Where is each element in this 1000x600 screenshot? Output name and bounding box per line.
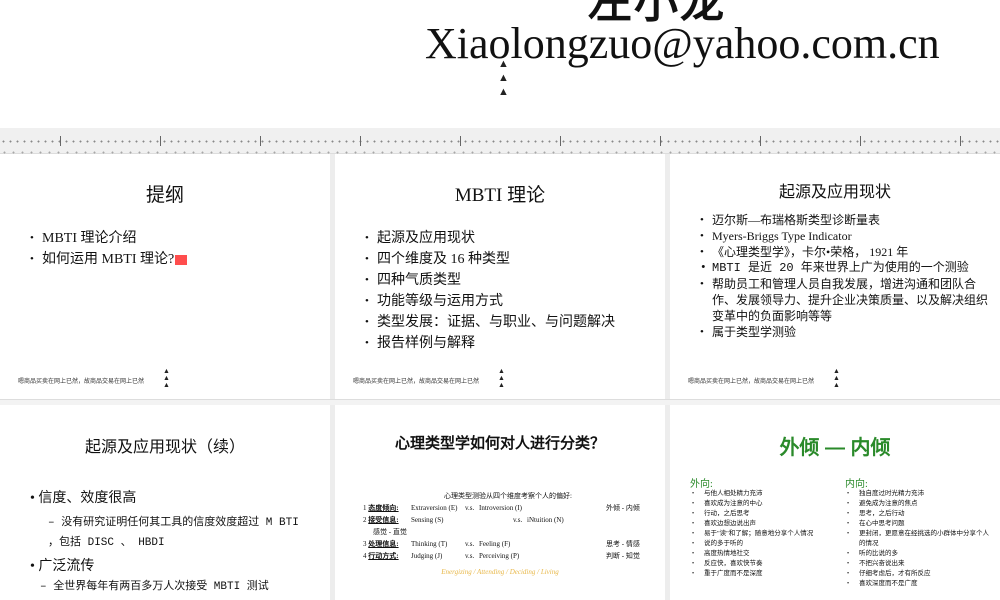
list-item: 听的比说的多	[845, 549, 990, 559]
bullet-item: 起源及应用现状	[365, 228, 615, 249]
ruler-tick	[760, 136, 761, 146]
list-item: 行动，之后思考	[690, 509, 840, 519]
bullet-item: 帮助员工和管理人员自我发展，增进沟通和团队合作、发展领导力、提升企业决策质量、以…	[700, 276, 990, 324]
comment-marker-icon[interactable]	[175, 254, 188, 265]
motto-text: Energizing / Attending / Deciding / Livi…	[441, 568, 559, 576]
ruler-tick	[860, 136, 861, 146]
column-heading-extravert: 外向:	[690, 479, 713, 490]
table-row: 4 行动方式: Judging (J) v.s. Perceiving (P) …	[363, 552, 640, 560]
bullet-item: MBTI 理论介绍	[30, 228, 187, 249]
list-item: 不把兴奋说出来	[845, 559, 990, 569]
bullet-item: 报告样例与解释	[365, 333, 615, 354]
list-item: 在心中思考问题	[845, 519, 990, 529]
list-item: 仔细考虑后，才有所反应	[845, 569, 990, 579]
ruler-tick	[160, 136, 161, 146]
list-item: 高度热情地社交	[690, 549, 840, 559]
introvert-list: 独自度过时光精力充沛 避免成为注意的焦点 思考，之后行动 在心中思考问题 更封闭…	[845, 489, 990, 589]
slide-title: 起源及应用现状（续）	[84, 439, 245, 456]
sub-bullet-item: – 全世界每年有两百多万人次接受 MBTI 测试	[40, 581, 269, 593]
slide-mbti-theory[interactable]: MBTI 理论 起源及应用现状 四个维度及 16 种类型 四种气质类型 功能等级…	[335, 154, 665, 399]
bullet-item: 类型发展：证据、与职业、与问题解决	[365, 312, 615, 333]
bullet-item: 如何运用 MBTI 理论?	[30, 249, 188, 270]
slide-footer: 嗯商品买卖在网上已然，故商品交易在网上已然	[18, 379, 145, 385]
table-row: 3 处理信息: Thinking (T) v.s. Feeling (F) 思考…	[363, 540, 640, 548]
up-arrow-icon[interactable]: ▲	[498, 71, 509, 85]
up-arrow-icon[interactable]: ▲	[498, 85, 509, 99]
ruler-dots	[0, 140, 1000, 143]
bullet-item: 属于类型学测验	[700, 324, 990, 340]
slide-footer: 嗯商品买卖在网上已然，故商品交易在网上已然	[688, 379, 815, 385]
ruler-tick	[260, 136, 261, 146]
bullet-item: 《心理类型学》，卡尔•荣格， 1921 年	[700, 244, 990, 260]
bullet-item: • 信度、效度很高	[30, 491, 137, 506]
list-item: 避免成为注意的焦点	[845, 499, 990, 509]
bullet-list: MBTI 理论介绍 如何运用 MBTI 理论?	[30, 228, 188, 270]
bullet-list: 迈尔斯—布瑞格斯类型诊断量表 Myers-Briggs Type Indicat…	[700, 212, 990, 340]
table-row-sub: 感觉 - 直觉	[373, 528, 407, 536]
list-item: 说的多于听的	[690, 539, 840, 549]
ruler-tick	[960, 136, 961, 146]
up-arrow-icon[interactable]: ▲	[498, 57, 509, 71]
table-row: 2 接受信息: Sensing (S) v.s. iNtuition (N)	[363, 516, 564, 524]
bullet-item: 功能等级与运用方式	[365, 291, 615, 312]
sub-bullet-item: – 没有研究证明任何其工具的信度效度超过 M BTI ，包括 DISC 、 HB…	[48, 517, 299, 549]
ruler-strip	[0, 128, 1000, 154]
list-item: 反应快，喜欢快节奏	[690, 559, 840, 569]
slide-title: MBTI 理论	[454, 185, 546, 206]
slide-origin[interactable]: 起源及应用现状 迈尔斯—布瑞格斯类型诊断量表 Myers-Briggs Type…	[670, 154, 1000, 399]
bullet-list: 起源及应用现状 四个维度及 16 种类型 四种气质类型 功能等级与运用方式 类型…	[365, 228, 615, 354]
table-row: 1 态度倾向: Extraversion (E) v.s. Introversi…	[363, 504, 640, 512]
list-item: 重于广度而不是深度	[690, 569, 840, 579]
slide-title: 心理类型学如何对人进行分类？	[394, 435, 605, 452]
ruler-tick	[560, 136, 561, 146]
list-item: 与他人相处精力充沛	[690, 489, 840, 499]
bullet-item: 迈尔斯—布瑞格斯类型诊断量表	[700, 212, 990, 228]
slide-nav-arrows[interactable]: ▲ ▲ ▲	[498, 368, 505, 389]
list-item: 易于"读"和了解；随意地分享个人情况	[690, 529, 840, 539]
slide-title: 提纲	[145, 185, 184, 206]
table-heading: 心理类型测验从四个维度考察个人的偏好:	[444, 492, 572, 500]
slide-nav-arrows[interactable]: ▲ ▲ ▲	[498, 57, 509, 99]
slide-nav-arrows[interactable]: ▲ ▲ ▲	[833, 368, 840, 389]
top-slide-partial[interactable]: 左小龙 Xiaolongzuo@yahoo.com.cn ▲ ▲ ▲	[0, 0, 1000, 128]
slide-title: 外倾 — 内倾	[779, 437, 891, 459]
slide-title: 起源及应用现状	[778, 184, 891, 201]
slide-footer: 嗯商品买卖在网上已然，故商品交易在网上已然	[353, 379, 480, 385]
ruler-tick	[660, 136, 661, 146]
ruler-tick	[460, 136, 461, 146]
ruler-tick	[60, 136, 61, 146]
list-item: 独自度过时光精力充沛	[845, 489, 990, 499]
list-item: 思考，之后行动	[845, 509, 990, 519]
bullet-item: MBTI 是近 20 年来世界上广为使用的一个测验	[700, 260, 990, 276]
bullet-item: • 广泛流传	[30, 559, 95, 574]
slide-outline[interactable]: 提纲 MBTI 理论介绍 如何运用 MBTI 理论? 嗯商品买卖在网上已然，故商…	[0, 154, 330, 399]
bullet-item: Myers-Briggs Type Indicator	[700, 228, 990, 244]
list-item: 喜欢深度而不是广度	[845, 579, 990, 589]
slide-classification[interactable]: 心理类型学如何对人进行分类？ 心理类型测验从四个维度考察个人的偏好: 1 态度倾…	[335, 405, 665, 600]
slide-extraversion-introversion[interactable]: 外倾 — 内倾 外向: 与他人相处精力充沛 喜欢成为注意的中心 行动，之后思考 …	[670, 405, 1000, 600]
ruler-tick	[360, 136, 361, 146]
dimension-table: 心理类型测验从四个维度考察个人的偏好: 1 态度倾向: Extraversion…	[363, 491, 653, 563]
list-item: 喜欢成为注意的中心	[690, 499, 840, 509]
extravert-list: 与他人相处精力充沛 喜欢成为注意的中心 行动，之后思考 喜欢边想边说出声 易于"…	[690, 489, 840, 579]
slide-origin-continued[interactable]: 起源及应用现状（续） • 信度、效度很高 – 没有研究证明任何其工具的信度效度超…	[0, 405, 330, 600]
list-item: 更封闭，更愿意在经挑选的小群体中分享个人的情况	[845, 529, 990, 549]
bullet-item: 四种气质类型	[365, 270, 615, 291]
bullet-item: 四个维度及 16 种类型	[365, 249, 615, 270]
column-heading-introvert: 内向:	[845, 479, 868, 490]
slide-nav-arrows[interactable]: ▲ ▲ ▲	[163, 368, 170, 389]
list-item: 喜欢边想边说出声	[690, 519, 840, 529]
